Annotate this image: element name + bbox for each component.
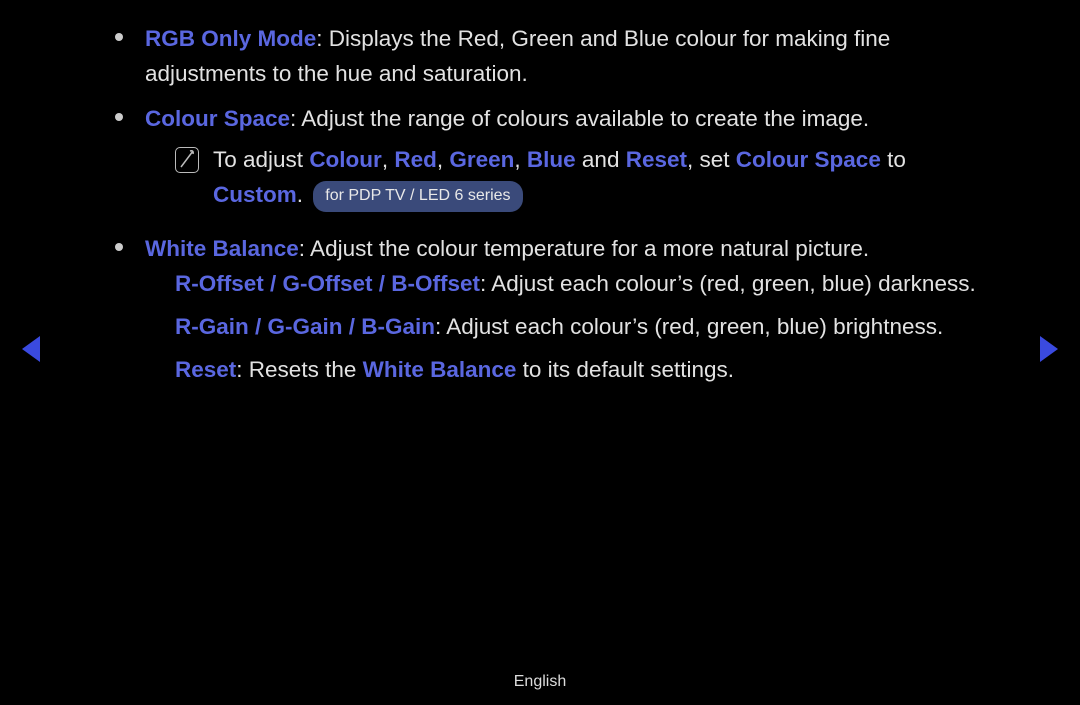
- note-text: to: [881, 147, 906, 172]
- help-content: RGB Only Mode: Displays the Red, Green a…: [115, 22, 990, 406]
- note-text: ,: [382, 147, 395, 172]
- term-colour-space: Colour Space: [145, 106, 290, 131]
- term-wb-inline: White Balance: [363, 357, 517, 382]
- list-item: Colour Space: Adjust the range of colour…: [115, 102, 990, 223]
- desc-offset: : Adjust each colour’s (red, green, blue…: [480, 271, 976, 296]
- note-text: ,: [437, 147, 450, 172]
- desc-reset-post: to its default settings.: [516, 357, 734, 382]
- note-text: , set: [687, 147, 736, 172]
- term-gain: R-Gain / G-Gain / B-Gain: [175, 314, 435, 339]
- note-text: To adjust: [213, 147, 309, 172]
- term-rgb-only-mode: RGB Only Mode: [145, 26, 316, 51]
- desc-white-balance: : Adjust the colour temperature for a mo…: [299, 236, 869, 261]
- term-custom: Custom: [213, 182, 297, 207]
- note-icon: [175, 147, 199, 173]
- list-item: White Balance: Adjust the colour tempera…: [115, 232, 990, 396]
- note-row: To adjust Colour, Red, Green, Blue and R…: [175, 143, 990, 213]
- footer-language: English: [0, 673, 1080, 691]
- term-colour: Colour: [309, 147, 382, 172]
- sub-gain: R-Gain / G-Gain / B-Gain: Adjust each co…: [175, 310, 990, 345]
- desc-gain: : Adjust each colour’s (red, green, blue…: [435, 314, 943, 339]
- note-text: and: [576, 147, 626, 172]
- term-red: Red: [394, 147, 437, 172]
- term-offset: R-Offset / G-Offset / B-Offset: [175, 271, 480, 296]
- prev-page-arrow-icon[interactable]: [22, 336, 40, 362]
- note-text: ,: [514, 147, 527, 172]
- term-colour-space-inline: Colour Space: [736, 147, 881, 172]
- list-item: RGB Only Mode: Displays the Red, Green a…: [115, 22, 990, 92]
- term-reset: Reset: [626, 147, 687, 172]
- term-blue: Blue: [527, 147, 576, 172]
- term-reset-wb: Reset: [175, 357, 236, 382]
- note-text: .: [297, 182, 310, 207]
- model-pill: for PDP TV / LED 6 series: [313, 181, 522, 213]
- desc-reset-pre: : Resets the: [236, 357, 362, 382]
- sub-offset: R-Offset / G-Offset / B-Offset: Adjust e…: [175, 267, 990, 302]
- term-green: Green: [449, 147, 514, 172]
- term-white-balance: White Balance: [145, 236, 299, 261]
- bullet-icon: [115, 113, 123, 121]
- bullet-icon: [115, 33, 123, 41]
- next-page-arrow-icon[interactable]: [1040, 336, 1058, 362]
- bullet-icon: [115, 243, 123, 251]
- note-body: To adjust Colour, Red, Green, Blue and R…: [213, 143, 990, 213]
- sub-reset: Reset: Resets the White Balance to its d…: [175, 353, 990, 388]
- desc-colour-space: : Adjust the range of colours available …: [290, 106, 869, 131]
